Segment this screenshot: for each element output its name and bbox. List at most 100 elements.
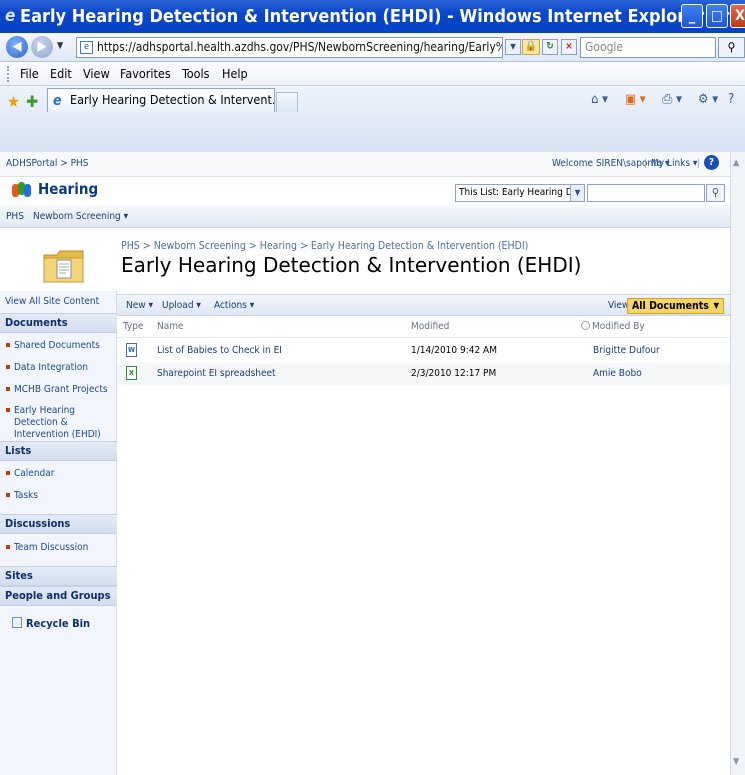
address-url: https://adhsportal.health.azdhs.gov/PHS/… <box>97 40 503 54</box>
word-doc-icon: W <box>126 343 137 357</box>
refresh-icon[interactable]: ↻ <box>542 39 558 55</box>
topnav-newborn-screening[interactable]: Newborn Screening ▾ <box>29 209 132 224</box>
bullet <box>6 545 10 549</box>
tab-label: Early Hearing Detection & Intervent... <box>70 92 275 107</box>
page-menu-icon[interactable]: ⚙ ▾ <box>698 92 718 107</box>
toolbar-grip <box>7 66 9 82</box>
home-icon[interactable]: ⌂ ▾ <box>591 92 608 107</box>
nav-label: Early Hearing Detection & Intervention (… <box>14 405 101 440</box>
column-name[interactable]: Name <box>157 321 184 332</box>
search-icon[interactable]: ⚲ <box>706 184 725 202</box>
excel-doc-icon: X <box>126 366 137 380</box>
feeds-icon[interactable]: ▣ ▾ <box>625 92 646 107</box>
menu-file[interactable]: File <box>20 66 39 81</box>
view-all-content-link[interactable]: View All Site Content <box>5 296 99 307</box>
row-modified: 2/3/2010 12:17 PM <box>411 368 497 379</box>
recycle-bin-link[interactable]: Recycle Bin <box>12 617 90 630</box>
nav-label: Data Integration <box>14 362 88 373</box>
nav-tasks[interactable]: Tasks <box>6 490 38 502</box>
nav-ehdi[interactable]: Early Hearing Detection & Intervention (… <box>6 405 114 441</box>
row-modified-by[interactable]: Amie Bobo <box>593 368 642 379</box>
sites-header[interactable]: Sites <box>0 566 117 586</box>
maximize-button[interactable]: □ <box>706 4 728 28</box>
page-breadcrumb[interactable]: PHS > Newborn Screening > Hearing > Earl… <box>121 240 528 252</box>
view-select[interactable]: All Documents ▼ <box>627 298 724 314</box>
bullet <box>6 408 10 412</box>
column-modified-by[interactable]: Modified By <box>581 321 645 332</box>
history-dropdown-icon[interactable]: ▼ <box>57 41 63 51</box>
favorites-star-icon[interactable]: ★ <box>7 92 20 111</box>
nav-label: Team Discussion <box>14 542 89 553</box>
menu-view[interactable]: View <box>83 66 110 81</box>
scroll-up-icon[interactable]: ▲ <box>733 158 739 168</box>
minimize-button[interactable]: _ <box>681 4 703 28</box>
address-input[interactable]: e https://adhsportal.health.azdhs.gov/PH… <box>76 37 503 58</box>
site-search-input[interactable] <box>587 184 705 202</box>
search-icon[interactable]: ⚲ <box>718 37 745 58</box>
folder-icon <box>43 249 85 283</box>
quick-launch: View All Site Content Documents Shared D… <box>0 291 117 775</box>
menu-tools[interactable]: Tools <box>182 66 209 81</box>
bullet <box>6 493 10 497</box>
upload-menu[interactable]: Upload ▾ <box>162 300 201 311</box>
new-tab-button[interactable] <box>276 92 298 112</box>
filter-icon <box>581 321 590 330</box>
tab-ehdi[interactable]: e Early Hearing Detection & Intervent... <box>47 88 275 112</box>
search-scope-select[interactable]: This List: Early Hearing Detec ▼ <box>455 184 585 202</box>
chevron-down-icon: ▼ <box>570 185 584 201</box>
bullet <box>6 387 10 391</box>
people-groups-header[interactable]: People and Groups <box>0 586 117 606</box>
documents-header[interactable]: Documents <box>0 313 117 333</box>
vertical-scrollbar[interactable]: ▲ ▼ <box>730 152 745 775</box>
nav-data-integration[interactable]: Data Integration <box>6 362 88 374</box>
nav-shared-documents[interactable]: Shared Documents <box>6 340 100 352</box>
chevron-down-icon: ▼ <box>713 301 719 310</box>
help-icon[interactable]: ? <box>728 92 734 107</box>
portal-top-bar: ADHSPortal > PHS Welcome SIREN\saponte ▾… <box>0 152 730 177</box>
row-name[interactable]: List of Babies to Check in EI <box>157 345 282 356</box>
list-toolbar: New ▾ Upload ▾ Actions ▾ View: All Docum… <box>117 294 730 316</box>
print-icon[interactable]: ⎙ ▾ <box>662 92 682 107</box>
lock-icon[interactable]: 🔒 <box>522 39 540 55</box>
topnav-phs[interactable]: PHS <box>2 209 28 224</box>
menu-help[interactable]: Help <box>222 66 248 81</box>
nav-mchb-grant-projects[interactable]: MCHB Grant Projects <box>6 384 108 396</box>
actions-menu[interactable]: Actions ▾ <box>214 300 254 311</box>
lists-header[interactable]: Lists <box>0 441 117 461</box>
row-modified-by[interactable]: Brigitte Dufour <box>593 345 660 356</box>
window-title-bar: e Early Hearing Detection & Intervention… <box>0 0 745 33</box>
new-menu[interactable]: New ▾ <box>126 300 153 311</box>
search-input[interactable]: Google <box>580 37 716 58</box>
forward-arrow-icon[interactable]: ▶ <box>31 36 53 58</box>
column-type[interactable]: Type <box>123 321 144 332</box>
menu-edit[interactable]: Edit <box>50 66 72 81</box>
scroll-down-icon[interactable]: ▼ <box>733 757 739 767</box>
bullet <box>6 343 10 347</box>
discussions-header[interactable]: Discussions <box>0 514 117 534</box>
stop-icon[interactable]: × <box>561 39 577 55</box>
table-row[interactable]: X Sharepoint EI spreadsheet 2/3/2010 12:… <box>117 363 730 385</box>
separator: | <box>644 158 648 169</box>
nav-label: Shared Documents <box>14 340 100 351</box>
menu-favorites[interactable]: Favorites <box>120 66 171 81</box>
my-links-menu[interactable]: My Links ▾ <box>651 158 697 169</box>
back-arrow-icon[interactable]: ◀ <box>6 36 28 58</box>
nav-team-discussion[interactable]: Team Discussion <box>6 542 88 554</box>
page-icon: e <box>80 41 93 54</box>
site-title[interactable]: Hearing <box>38 180 98 198</box>
portal-breadcrumb[interactable]: ADHSPortal > PHS <box>6 158 89 169</box>
nav-calendar[interactable]: Calendar <box>6 468 54 480</box>
column-modified[interactable]: Modified <box>411 321 449 332</box>
search-scope-value: This List: Early Hearing Detec <box>459 187 585 198</box>
window-title: Early Hearing Detection & Intervention (… <box>20 6 745 27</box>
nav-label: Calendar <box>14 468 55 479</box>
view-value: All Documents <box>632 300 709 312</box>
row-name[interactable]: Sharepoint EI spreadsheet <box>157 368 276 379</box>
add-favorites-icon[interactable]: ✚ <box>26 92 38 111</box>
address-dropdown-icon[interactable]: ▼ <box>505 39 521 55</box>
bullet <box>6 471 10 475</box>
help-icon[interactable]: ? <box>704 155 719 170</box>
row-modified: 1/14/2010 9:42 AM <box>411 345 497 356</box>
table-row[interactable]: W List of Babies to Check in EI 1/14/201… <box>117 340 730 362</box>
close-button[interactable]: X <box>730 4 745 28</box>
